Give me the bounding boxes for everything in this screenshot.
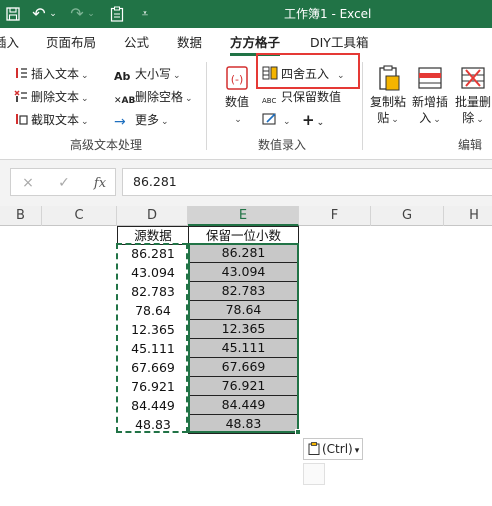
copy-paste-button[interactable]: 复制粘贴 ⌄ [368,64,408,128]
save-icon[interactable] [4,4,22,24]
clipboard-icon [308,441,320,455]
keep-numeric-label: 只保留数值 [281,90,342,104]
copy-marquee [116,243,188,433]
insert-text-label: 插入文本 [31,67,80,81]
confirm-entry-icon[interactable]: ✓ [56,174,72,192]
numeric-label: 数值 [224,95,249,109]
extract-text-button[interactable]: 截取文本 ⌄ [14,110,89,130]
more-button[interactable]: → 更多 ⌄ [114,110,169,130]
insert-text-icon [14,66,28,80]
ribbon-tabs: 插入 页面布局 公式 数据 方方格子 DIY工具箱 [0,28,492,56]
arrow-right-icon: → [114,114,126,130]
redo-icon[interactable]: ↷ [68,4,86,24]
chevron-down-icon: ⌄ [476,115,484,125]
undo-dropdown-icon[interactable]: ⌄ [48,4,58,24]
chevron-down-icon: ⌄ [433,115,441,125]
paste-options-button[interactable]: (Ctrl) ▾ [303,438,363,460]
column-header-g[interactable]: G [371,206,444,226]
delete-spaces-button[interactable]: ✕AB删除空格 ⌄ [114,87,193,107]
keep-numeric-button[interactable]: ABC 只保留数值 [262,87,341,107]
delete-text-icon [14,89,28,103]
title-bar: ↶ ⌄ ↷ ⌄ ⩡ 工作簿1 - Excel [0,0,492,28]
undo-icon[interactable]: ↶ [30,4,48,24]
round-highlight-box [256,53,360,89]
batch-delete-label: 批量删 [454,95,491,109]
chevron-down-icon: ⌄ [173,71,181,81]
case-icon: Ab [114,70,131,83]
clipboard-icon[interactable] [108,4,126,24]
cancel-entry-icon[interactable]: × [20,174,36,192]
group-divider [362,62,363,150]
tab-insert[interactable]: 插入 [0,34,19,54]
delete-spaces-label: 删除空格 [135,90,184,104]
column-header-c[interactable]: C [42,206,117,226]
ribbon: 插入文本 ⌄ 删除文本 ⌄ 截取文本 ⌄ Ab 大小写 ⌄ ✕AB删除空格 ⌄ → 更多 ⌄ 高… [0,53,492,160]
delete-text-label: 删除文本 [31,90,80,104]
batch-delete-label-2: 除 [462,111,475,125]
fx-icon: fx [93,176,107,191]
copy-paste-label: 复制粘 [369,95,406,109]
insert-text-button[interactable]: 插入文本 ⌄ [14,64,89,84]
add-insert-label-2: 入 [419,111,432,125]
format-button[interactable]: ⌄ [262,110,291,130]
customize-toolbar-icon[interactable]: ⩡ [138,4,152,24]
chevron-down-icon: ⌄ [81,71,89,81]
column-header-d[interactable]: D [117,206,188,226]
tab-formulas[interactable]: 公式 [124,34,149,54]
group-label-text-processing: 高级文本处理 [70,138,143,152]
group-label-numeric-entry: 数值录入 [258,138,307,152]
column-header-f[interactable]: F [299,206,371,226]
copy-paste-icon [373,64,403,92]
tab-diy-toolbox[interactable]: DIY工具箱 [310,34,368,54]
keep-numeric-icon: ABC [262,97,277,105]
fill-handle[interactable] [295,429,301,435]
chevron-down-icon: ⌄ [316,118,325,128]
chevron-down-icon: ⌄ [234,115,242,125]
delete-spaces-icon: ✕AB [114,96,136,106]
svg-text:(-): (-) [231,73,244,86]
chevron-down-icon: ⌄ [81,117,89,127]
delete-text-button[interactable]: 删除文本 ⌄ [14,87,89,107]
paste-options-label: (Ctrl) [322,442,353,456]
chevron-down-icon: ⌄ [81,94,89,104]
add-insert-icon [415,64,445,92]
more-label: 更多 [135,113,160,127]
chevron-down-icon: ⌄ [161,117,169,127]
chevron-down-icon: ⌄ [185,94,193,104]
numeric-icon: (-) [222,64,252,92]
case-button[interactable]: Ab 大小写 ⌄ [114,64,181,84]
add-insert-button[interactable]: 新增插入 ⌄ [410,64,450,128]
batch-delete-button[interactable]: 批量删除 ⌄ [452,64,492,128]
numeric-button[interactable]: (-) 数值 ⌄ [218,64,256,128]
extract-text-label: 截取文本 [31,113,80,127]
insert-function-button[interactable]: fx [92,174,108,192]
paste-ghost-icon [303,463,325,485]
batch-delete-icon [458,64,488,92]
tab-fangfang-gezi[interactable]: 方方格子 [230,34,281,56]
group-divider [206,62,207,150]
plus-icon: + [302,111,315,129]
case-label: 大小写 [135,67,172,81]
formula-input[interactable]: 86.281 [122,168,492,196]
extract-text-icon [14,112,28,126]
tab-page-layout[interactable]: 页面布局 [46,34,96,54]
redo-dropdown-icon[interactable]: ⌄ [86,4,96,24]
column-header-row: B C D E F G H [0,206,492,226]
selection-range [188,243,299,433]
column-header-e[interactable]: E [188,206,299,226]
chevron-down-icon: ⌄ [391,115,399,125]
column-header-b[interactable]: B [0,206,42,226]
window-title: 工作簿1 - Excel [284,7,372,21]
chevron-down-icon: ⌄ [283,117,291,127]
add-insert-label: 新增插 [411,95,448,109]
group-label-edit: 编辑 [458,138,483,152]
copy-paste-label-2: 贴 [377,111,390,125]
chevron-down-icon: ▾ [354,446,360,456]
edit-format-icon [262,112,278,126]
tab-data[interactable]: 数据 [177,34,202,54]
column-header-h[interactable]: H [444,206,492,226]
plus-button[interactable]: + ⌄ [302,110,324,130]
